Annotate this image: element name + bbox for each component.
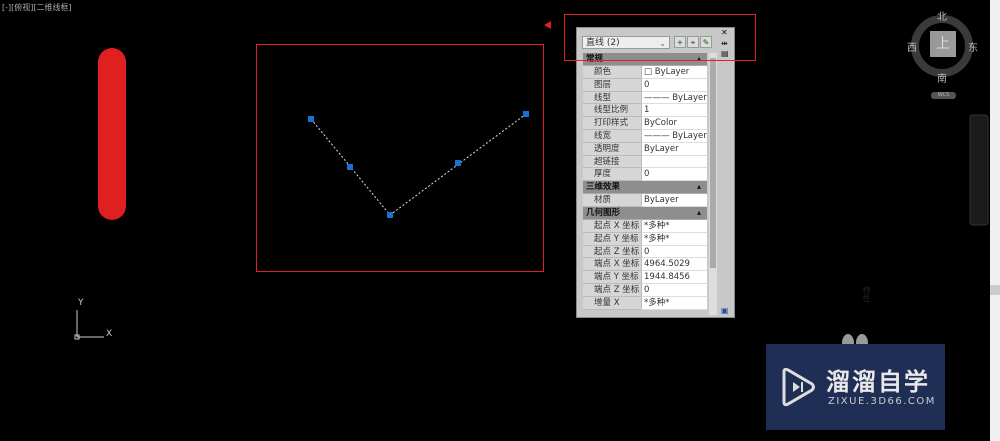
- section-header[interactable]: 三维效果 ▴: [583, 181, 707, 195]
- grip: [523, 111, 529, 117]
- section-header[interactable]: 几何图形 ▴: [583, 206, 707, 220]
- property-row[interactable]: 超链接: [583, 155, 707, 169]
- property-row[interactable]: 线型 ——— ByLayer: [583, 91, 707, 105]
- ucs-x-label: X: [106, 329, 113, 339]
- selected-polyline: [310, 113, 527, 216]
- properties-palette: 直线 (2) ⌄ + ⌖ ✎ 常规 ▴ 颜色 □ ByLayer 图层 0 线型 ——— …: [576, 27, 871, 318]
- viewcube-face-top[interactable]: 上: [930, 31, 956, 57]
- watermark: 溜溜自学 ZIXUE.3D66.COM: [766, 344, 945, 430]
- viewcube-east[interactable]: 东: [968, 39, 978, 54]
- viewcube-west[interactable]: 西: [907, 39, 917, 54]
- property-row[interactable]: 增量 X *多种*: [583, 296, 707, 310]
- play-logo-icon: [782, 367, 815, 407]
- viewcube-north[interactable]: 北: [937, 8, 947, 23]
- property-row[interactable]: 端点 X 坐标 4964.5029: [583, 258, 707, 272]
- property-row[interactable]: 透明度 ByLayer: [583, 142, 707, 156]
- property-row[interactable]: 端点 Y 坐标 1944.8456: [583, 271, 707, 284]
- property-row[interactable]: 图层 0: [583, 78, 707, 92]
- watermark-url: ZIXUE.3D66.COM: [828, 396, 936, 407]
- property-row[interactable]: 线宽 ——— ByLayer: [583, 129, 707, 143]
- window-scrollbar[interactable]: [990, 0, 1000, 441]
- watermark-title: 溜溜自学: [826, 368, 930, 396]
- property-row[interactable]: 打印样式 ByColor: [583, 117, 707, 130]
- viewcube-south[interactable]: 南: [937, 70, 947, 85]
- property-row[interactable]: 起点 Y 坐标 *多种*: [583, 232, 707, 246]
- ucs-y-label: Y: [78, 298, 84, 308]
- grip: [347, 164, 353, 170]
- red-annotation-box-toolbar: [564, 14, 756, 61]
- palette-title-strip[interactable]: ✕ ⇹ ▤ 特性 ▣: [718, 28, 871, 317]
- property-row[interactable]: 材质 ByLayer: [583, 194, 707, 207]
- property-row[interactable]: 起点 Z 坐标 0: [583, 245, 707, 259]
- palette-icon: ▣: [721, 306, 729, 315]
- ucs-icon: [74, 310, 104, 340]
- section-3d: 三维效果 ▴ 材质 ByLayer: [583, 181, 707, 207]
- scrollbar-thumb[interactable]: [990, 285, 1000, 295]
- grip: [308, 116, 314, 122]
- property-row[interactable]: 端点 Z 坐标 0: [583, 283, 707, 297]
- property-row[interactable]: 线型比例 1: [583, 104, 707, 118]
- properties-grid: 常规 ▴ 颜色 □ ByLayer 图层 0 线型 ——— ByLayer 线型比例 1 …: [583, 53, 707, 310]
- section-general: 常规 ▴ 颜色 □ ByLayer 图层 0 线型 ——— ByLayer 线型比例 1 …: [583, 53, 707, 182]
- grip: [387, 212, 393, 218]
- property-row[interactable]: 厚度 0: [583, 168, 707, 182]
- property-row[interactable]: 起点 X 坐标 *多种*: [583, 219, 707, 233]
- scrollbar-thumb[interactable]: [710, 58, 716, 268]
- navigation-bar: [969, 114, 989, 226]
- property-row[interactable]: 颜色 □ ByLayer: [583, 66, 707, 79]
- palette-title: 特性: [862, 286, 871, 302]
- grip: [455, 160, 461, 166]
- section-geometry: 几何图形 ▴ 起点 X 坐标 *多种* 起点 Y 坐标 *多种* 起点 Z 坐标 0 端…: [583, 206, 707, 310]
- wcs-menu[interactable]: WCS: [931, 92, 956, 99]
